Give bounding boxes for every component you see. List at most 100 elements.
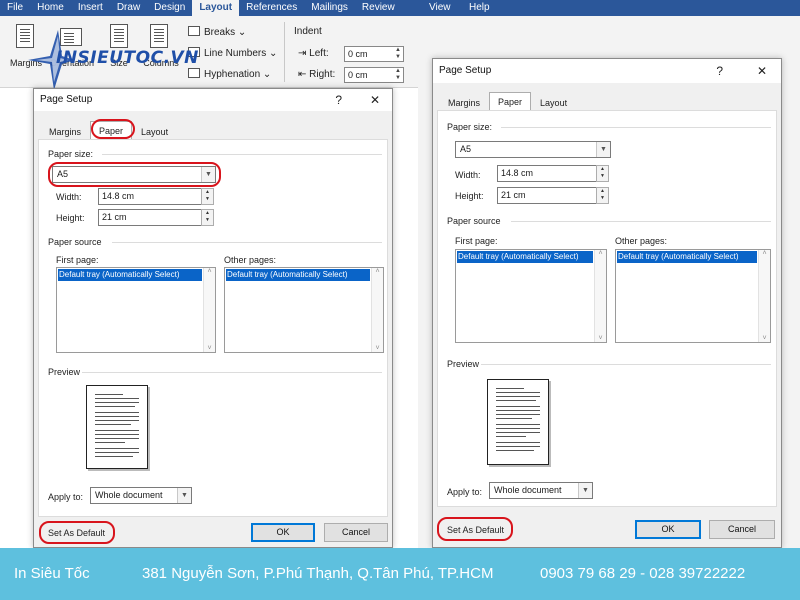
footer-brand: In Siêu Tốc xyxy=(14,565,90,582)
cancel-button[interactable]: Cancel xyxy=(709,520,775,539)
tab-margins[interactable]: Margins xyxy=(40,123,90,139)
apply-to-dropdown[interactable]: Whole document ▼ xyxy=(489,482,593,499)
highlight-set-default xyxy=(437,517,513,541)
tab-design[interactable]: Design xyxy=(147,0,192,16)
tab-layout[interactable]: Layout xyxy=(132,123,177,139)
indent-left-input[interactable]: 0 cm ▲ ▼ xyxy=(344,46,404,62)
highlight-paper-tab xyxy=(91,119,135,139)
tab-margins[interactable]: Margins xyxy=(439,94,489,110)
apply-to-dropdown[interactable]: Whole document ▼ xyxy=(90,487,192,504)
footer-address: 381 Nguyễn Sơn, P.Phú Thạnh, Q.Tân Phú, … xyxy=(142,565,494,582)
list-item[interactable]: Default tray (Automatically Select) xyxy=(457,251,593,263)
tab-insert[interactable]: Insert xyxy=(71,0,110,16)
tab-layout[interactable]: Layout xyxy=(192,0,240,16)
indent-right-icon: ⇤ xyxy=(298,69,307,80)
width-label: Width: xyxy=(56,192,82,202)
other-pages-list[interactable]: Default tray (Automatically Select) ˄ ˅ xyxy=(615,249,771,343)
apply-to-label: Apply to: xyxy=(48,492,84,502)
list-item[interactable]: Default tray (Automatically Select) xyxy=(617,251,757,263)
ribbon-tab-bar: File Home Insert Draw Design Layout Refe… xyxy=(0,0,418,16)
height-label: Height: xyxy=(455,191,484,201)
height-label: Height: xyxy=(56,213,85,223)
highlight-set-default xyxy=(39,521,115,544)
help-icon[interactable]: ? xyxy=(335,89,342,111)
divider xyxy=(501,127,771,128)
dialog-title-bar: Page Setup ? ✕ xyxy=(433,59,781,83)
scrollbar[interactable]: ˄ ˅ xyxy=(203,268,215,352)
close-icon[interactable]: ✕ xyxy=(370,89,380,111)
highlight-paper-size xyxy=(48,162,221,187)
page-setup-dialog-left: Page Setup ? ✕ Margins Paper Layout Pape… xyxy=(33,88,393,548)
list-item[interactable]: Default tray (Automatically Select) xyxy=(226,269,370,281)
tab-draw[interactable]: Draw xyxy=(110,0,147,16)
divider xyxy=(112,242,382,243)
width-spin[interactable]: ▲ ▼ xyxy=(201,188,214,205)
close-icon[interactable]: ✕ xyxy=(757,59,767,83)
preview-label: Preview xyxy=(48,367,81,377)
indent-left-label: ⇥ Left: xyxy=(298,48,329,59)
divider xyxy=(511,221,771,222)
page-setup-dialog-right: Page Setup ? ✕ Margins Paper Layout Pape… xyxy=(432,58,782,548)
page-preview xyxy=(487,379,549,465)
divider xyxy=(481,364,771,365)
spin-up-icon[interactable]: ▲ ▼ xyxy=(395,47,401,61)
paper-size-label: Paper size: xyxy=(48,149,94,159)
first-page-list[interactable]: Default tray (Automatically Select) ˄ ˅ xyxy=(56,267,216,353)
help-icon[interactable]: ? xyxy=(716,59,723,83)
logo-watermark: INSIEUTOC.VN xyxy=(14,24,204,94)
tab-review[interactable]: Review xyxy=(355,0,402,16)
dropdown-arrow-icon: ▼ xyxy=(177,488,191,503)
other-pages-list[interactable]: Default tray (Automatically Select) ˄ ˅ xyxy=(224,267,384,353)
footer-phones: 0903 79 68 29 - 028 39722222 xyxy=(540,565,746,582)
height-spin[interactable]: ▲ ▼ xyxy=(596,187,609,204)
tab-home[interactable]: Home xyxy=(30,0,71,16)
ok-button[interactable]: OK xyxy=(251,523,315,542)
paper-source-label: Paper source xyxy=(447,216,501,226)
width-spin[interactable]: ▲ ▼ xyxy=(596,165,609,182)
tab-file[interactable]: File xyxy=(0,0,30,16)
height-input[interactable]: 21 cm xyxy=(497,187,597,204)
cancel-button[interactable]: Cancel xyxy=(324,523,388,542)
paper-size-label: Paper size: xyxy=(447,122,493,132)
paper-size-dropdown[interactable]: A5 ▼ xyxy=(455,141,611,158)
first-page-list[interactable]: Default tray (Automatically Select) ˄ ˅ xyxy=(455,249,607,343)
footer-banner: In Siêu Tốc 381 Nguyễn Sơn, P.Phú Thạnh,… xyxy=(0,548,800,600)
height-spin[interactable]: ▲ ▼ xyxy=(201,209,214,226)
width-input[interactable]: 14.8 cm xyxy=(98,188,202,205)
list-item[interactable]: Default tray (Automatically Select) xyxy=(58,269,202,281)
width-input[interactable]: 14.8 cm xyxy=(497,165,597,182)
apply-to-label: Apply to: xyxy=(447,487,483,497)
dropdown-arrow-icon: ▼ xyxy=(578,483,592,498)
paper-source-label: Paper source xyxy=(48,237,102,247)
spin-down-icon[interactable]: ▲ ▼ xyxy=(395,68,401,82)
preview-label: Preview xyxy=(447,359,480,369)
logo-text: INSIEUTOC.VN xyxy=(56,48,199,68)
ribbon-separator xyxy=(284,22,285,82)
indent-left-icon: ⇥ xyxy=(298,48,307,59)
tab-paper[interactable]: Paper xyxy=(489,92,532,110)
indent-heading: Indent xyxy=(294,26,322,37)
dialog-title: Page Setup xyxy=(439,65,492,76)
divider xyxy=(102,154,382,155)
divider xyxy=(82,372,382,373)
scrollbar[interactable]: ˄ ˅ xyxy=(594,250,606,342)
tab-mailings[interactable]: Mailings xyxy=(304,0,355,16)
scrollbar[interactable]: ˄ ˅ xyxy=(371,268,383,352)
width-label: Width: xyxy=(455,170,481,180)
height-input[interactable]: 21 cm xyxy=(98,209,202,226)
indent-right-input[interactable]: 0 cm ▲ ▼ xyxy=(344,67,404,83)
ok-button[interactable]: OK xyxy=(635,520,701,539)
dialog-tabs: Margins Paper Layout xyxy=(439,92,576,110)
scrollbar[interactable]: ˄ ˅ xyxy=(758,250,770,342)
dialog-title: Page Setup xyxy=(40,94,93,105)
tab-view[interactable]: View xyxy=(422,0,458,16)
tab-layout[interactable]: Layout xyxy=(531,94,576,110)
page-preview xyxy=(86,385,148,469)
tab-references[interactable]: References xyxy=(239,0,304,16)
dropdown-arrow-icon: ▼ xyxy=(596,142,610,157)
first-page-label: First page: xyxy=(56,255,99,265)
tab-help[interactable]: Help xyxy=(462,0,497,16)
other-pages-label: Other pages: xyxy=(615,236,668,246)
dialog-title-bar: Page Setup ? ✕ xyxy=(34,89,392,111)
first-page-label: First page: xyxy=(455,236,498,246)
